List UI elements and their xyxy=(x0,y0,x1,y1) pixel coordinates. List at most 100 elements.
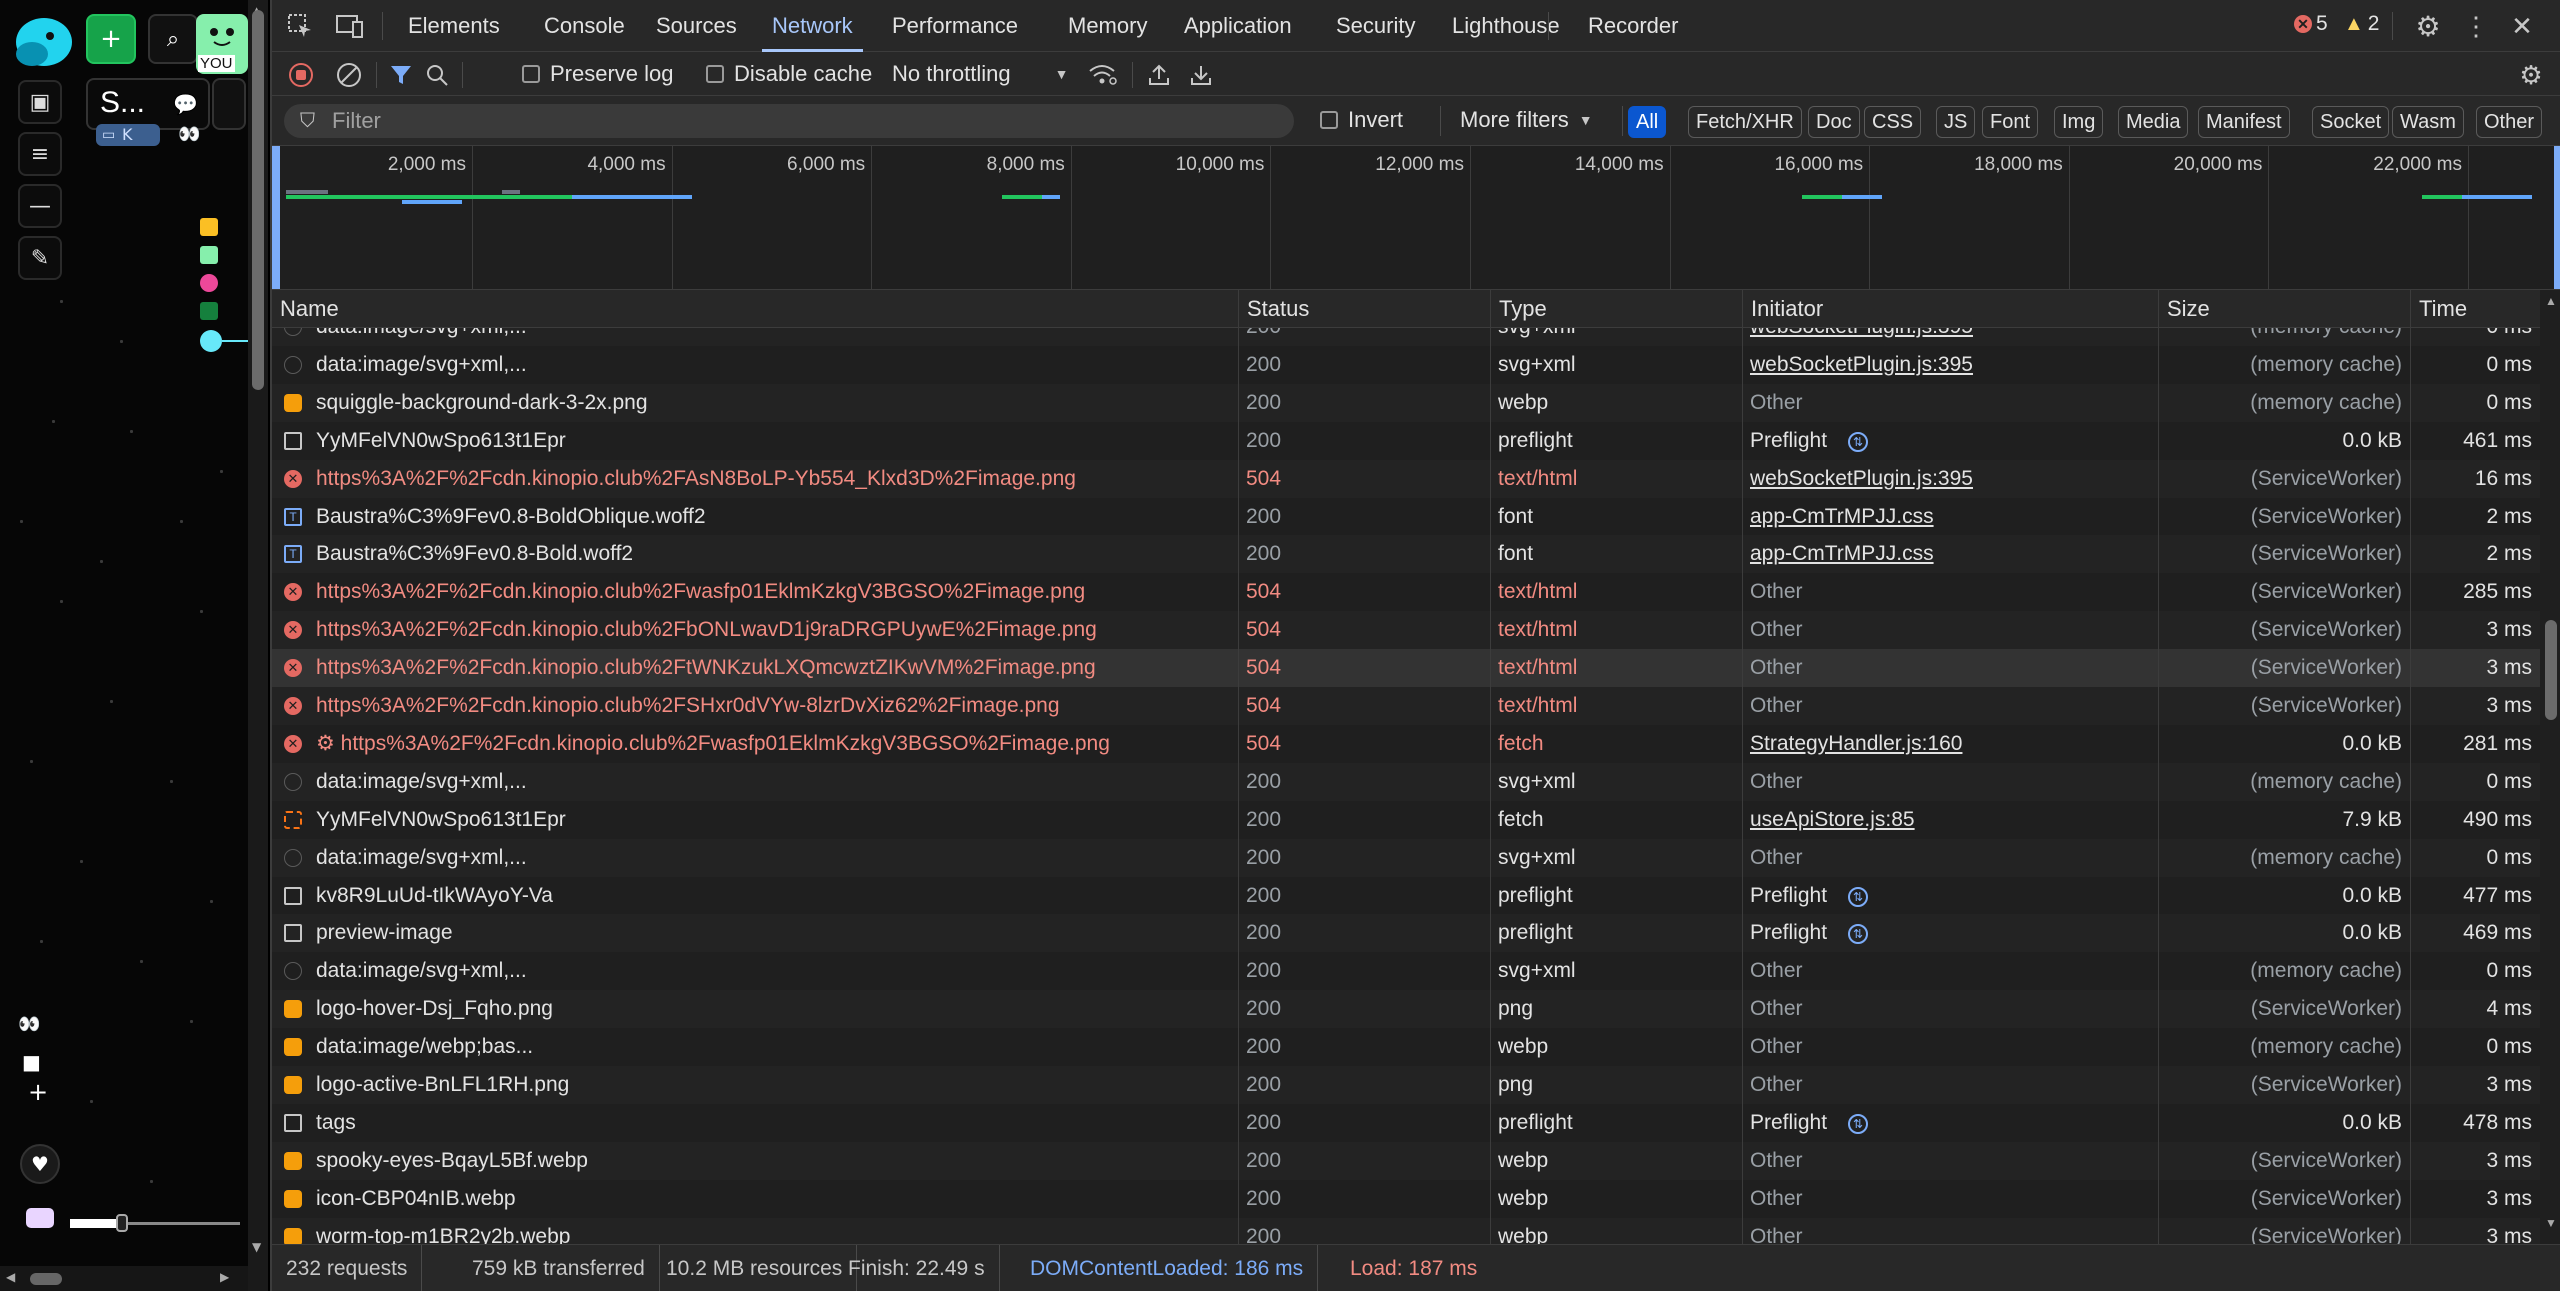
eyes-icon[interactable]: 👀 xyxy=(18,1014,40,1035)
filter-input[interactable]: ⛉ Filter xyxy=(284,104,1294,138)
tab-performance[interactable]: Performance xyxy=(882,0,1028,52)
request-row[interactable]: T Baustra%C3%9Fev0.8-BoldOblique.woff2 200… xyxy=(272,498,2540,536)
column-header-name[interactable]: Name xyxy=(272,290,1238,328)
request-row[interactable]: spooky-eyes-BqayL5Bf.webp 200 webp Other (Se… xyxy=(272,1141,2540,1180)
request-row[interactable]: icon-CBP04nIB.webp 200 webp Other (ServiceWo… xyxy=(272,1180,2540,1218)
comment-icon[interactable]: 💬 xyxy=(173,92,198,117)
preflight-icon[interactable]: ⇅ xyxy=(1848,1113,1868,1134)
cell-initiator[interactable]: webSocketPlugin.js:395 xyxy=(1750,328,2150,346)
request-row[interactable]: ✕ ⚙ https%3A%2F%2Fcdn.kinopio.club%2Fwasf… xyxy=(272,725,2540,763)
cell-initiator[interactable]: StrategyHandler.js:160 xyxy=(1750,725,2150,763)
tab-sources[interactable]: Sources xyxy=(646,0,747,52)
scrollbar-thumb[interactable] xyxy=(252,10,264,390)
scrollbar-thumb[interactable] xyxy=(30,1273,62,1285)
close-icon[interactable]: ✕ xyxy=(2506,10,2538,42)
cell-initiator[interactable]: app-CmTrMPJJ.css xyxy=(1750,535,2150,573)
request-row[interactable]: preview-image 200 preflight Preflight ⇅ 0.0 k… xyxy=(272,914,2540,953)
cell-initiator[interactable]: app-CmTrMPJJ.css xyxy=(1750,498,2150,536)
cell-initiator[interactable]: webSocketPlugin.js:395 xyxy=(1750,346,2150,384)
checkbox-box[interactable] xyxy=(706,65,724,83)
space-name-button[interactable]: S... 💬 xyxy=(86,78,210,130)
more-filters-dropdown[interactable]: More filters ▼ xyxy=(1460,107,1593,133)
request-row[interactable]: data:image/svg+xml,... 200 svg+xml Other (me… xyxy=(272,838,2540,877)
tab-application[interactable]: Application xyxy=(1174,0,1302,52)
record-stop-icon[interactable] xyxy=(288,62,314,88)
error-count-badge[interactable]: ✕ 5 xyxy=(2294,12,2328,36)
request-row[interactable]: data:image/svg+xml,... 200 svg+xml Other (me… xyxy=(272,762,2540,801)
warning-count-badge[interactable]: ▲ 2 xyxy=(2344,12,2379,36)
kinopio-logo-icon[interactable] xyxy=(12,14,74,70)
request-row[interactable]: ✕ https%3A%2F%2Fcdn.kinopio.club%2FSHxr0d… xyxy=(272,687,2540,725)
filter-chip-font[interactable]: Font xyxy=(1982,106,2039,138)
request-row[interactable]: YyMFelVN0wSpo613t1Epr 200 preflight Preflig… xyxy=(272,422,2540,460)
device-toolbar-icon[interactable] xyxy=(334,12,366,40)
clear-icon[interactable] xyxy=(336,62,362,88)
column-header-time[interactable]: Time xyxy=(2410,290,2540,328)
tab-memory[interactable]: Memory xyxy=(1058,0,1157,52)
request-row[interactable]: worm-top-m1BR2y2b.webp 200 webp Other (Servi… xyxy=(272,1217,2540,1244)
search-icon[interactable]: ⌕ xyxy=(148,14,198,64)
tab-recorder[interactable]: Recorder xyxy=(1578,0,1688,52)
zoom-slider[interactable] xyxy=(70,1214,240,1232)
add-card-button[interactable]: + xyxy=(86,14,136,64)
tab-lighthouse[interactable]: Lighthouse xyxy=(1442,0,1570,52)
request-row[interactable]: YyMFelVN0wSpo613t1Epr 200 fetch useApiStore… xyxy=(272,801,2540,839)
heart-icon[interactable]: ♥ xyxy=(20,1144,60,1184)
network-conditions-icon[interactable] xyxy=(1088,62,1118,88)
user-avatar[interactable]: YOU xyxy=(196,14,248,74)
column-header-size[interactable]: Size xyxy=(2158,290,2410,328)
request-row[interactable]: squiggle-background-dark-3-2x.png 200 webp… xyxy=(272,383,2540,422)
box-select-icon[interactable]: ▣ xyxy=(18,80,62,124)
request-row[interactable]: logo-hover-Dsj_Fqho.png 200 png Other (Servi… xyxy=(272,990,2540,1029)
filter-chip-all[interactable]: All xyxy=(1628,106,1667,138)
zoom-in-icon[interactable]: + xyxy=(28,1078,48,1106)
invert-checkbox[interactable]: Invert xyxy=(1320,107,1403,133)
checkbox-box[interactable] xyxy=(522,65,540,83)
export-har-icon[interactable] xyxy=(1188,62,1214,88)
filter-funnel-icon[interactable] xyxy=(388,62,414,88)
tab-console[interactable]: Console xyxy=(534,0,635,52)
inspect-element-icon[interactable] xyxy=(286,12,314,40)
request-row[interactable]: ✕ https%3A%2F%2Fcdn.kinopio.club%2Fwasfp0… xyxy=(272,573,2540,611)
filter-chip-wasm[interactable]: Wasm xyxy=(2392,106,2464,138)
filter-chip-media[interactable]: Media xyxy=(2118,106,2189,138)
request-row[interactable]: tags 200 preflight Preflight ⇅ 0.0 kB 478 ms xyxy=(272,1104,2540,1142)
eyes-icon[interactable]: 👀 xyxy=(178,124,200,145)
checkbox-box[interactable] xyxy=(1320,111,1338,129)
column-header-type[interactable]: Type xyxy=(1490,290,1742,328)
disable-cache-checkbox[interactable]: Disable cache xyxy=(706,61,872,87)
filter-chip-doc[interactable]: Doc xyxy=(1808,106,1860,138)
zoom-slider-knob[interactable] xyxy=(116,1214,128,1232)
video-icon[interactable]: ■ xyxy=(22,1050,41,1074)
request-row[interactable]: ✕ https%3A%2F%2Fcdn.kinopio.club%2FtWNKzu… xyxy=(272,649,2540,688)
color-swatch-pink[interactable] xyxy=(200,274,218,292)
preflight-icon[interactable]: ⇅ xyxy=(1848,431,1868,452)
column-header-status[interactable]: Status xyxy=(1238,290,1490,328)
overview-left-handle[interactable] xyxy=(272,146,280,289)
request-row[interactable]: ✕ https%3A%2F%2Fcdn.kinopio.club%2FbONLwa… xyxy=(272,611,2540,650)
column-header-initiator[interactable]: Initiator xyxy=(1742,290,2158,328)
request-row[interactable]: data:image/webp;bas... 200 webp Other (memor… xyxy=(272,1028,2540,1066)
filter-chip-manifest[interactable]: Manifest xyxy=(2198,106,2290,138)
tab-network[interactable]: Network xyxy=(762,0,863,52)
filter-chip-other[interactable]: Other xyxy=(2476,106,2543,138)
cell-initiator[interactable]: useApiStore.js:85 xyxy=(1750,801,2150,839)
color-swatch-darkgreen[interactable] xyxy=(200,302,218,320)
cell-initiator[interactable]: webSocketPlugin.js:395 xyxy=(1750,460,2150,498)
background-color-button[interactable] xyxy=(26,1208,54,1228)
app-horizontal-scrollbar[interactable]: ◀ ▶ xyxy=(0,1266,248,1291)
settings-gear-icon[interactable]: ⚙ xyxy=(2412,10,2444,42)
line-tool-icon[interactable]: — xyxy=(18,184,62,228)
network-overview-timeline[interactable]: 2,000 ms 4,000 ms 6,000 ms 8,000 ms 10,000 m… xyxy=(272,146,2560,290)
filter-chip-css[interactable]: CSS xyxy=(1864,106,1922,138)
preserve-log-checkbox[interactable]: Preserve log xyxy=(522,61,674,87)
request-row[interactable]: logo-active-BnLFL1RH.png 200 png Other (Serv… xyxy=(272,1066,2540,1104)
request-row[interactable]: data:image/svg+xml,... 200 svg+xml Other (me… xyxy=(272,952,2540,990)
tab-security[interactable]: Security xyxy=(1326,0,1425,52)
filter-chip-fetch-xhr[interactable]: Fetch/XHR xyxy=(1688,106,1802,138)
network-settings-gear-icon[interactable]: ⚙ xyxy=(2516,60,2546,90)
request-row[interactable]: data:image/svg+xml,... 200 svg+xml webSocke… xyxy=(272,328,2540,346)
request-row[interactable]: kv8R9LuUd-tIkWAyoY-Va 200 preflight Preflig… xyxy=(272,877,2540,915)
preflight-icon[interactable]: ⇅ xyxy=(1848,886,1868,907)
import-har-icon[interactable] xyxy=(1146,62,1172,88)
